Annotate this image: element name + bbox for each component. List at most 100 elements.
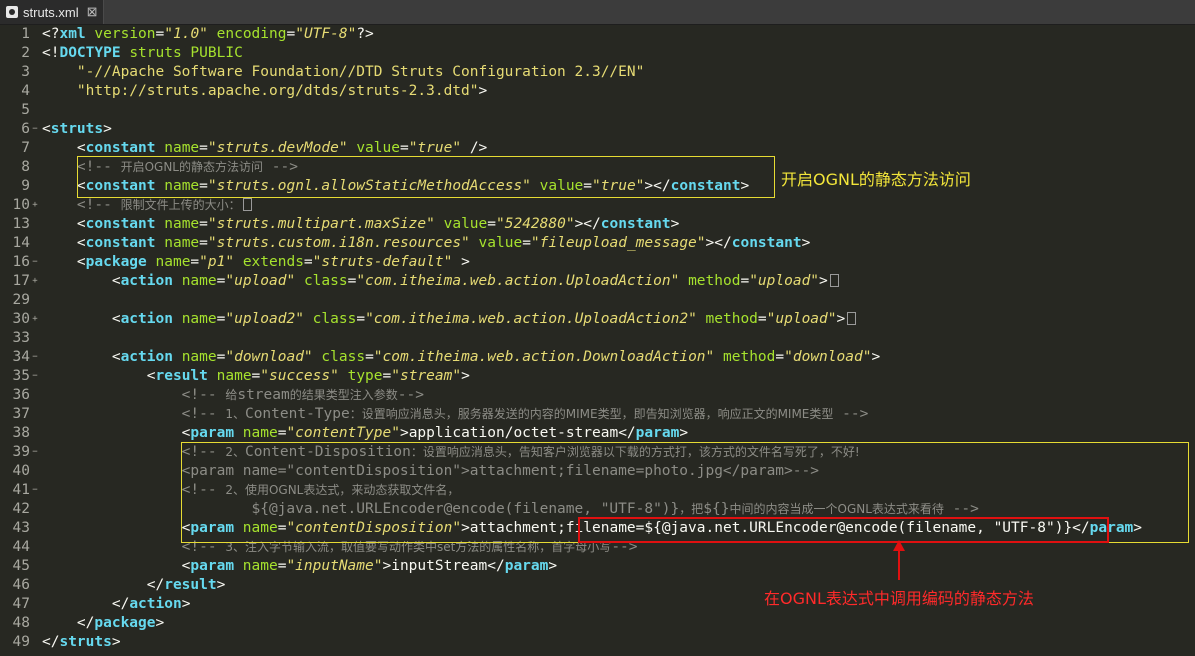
code-line[interactable]: 5 (0, 101, 1195, 120)
code-line[interactable]: 39− <!-- 2、Content-Disposition：设置响应消息头，告… (0, 443, 1195, 462)
code-content: <action name="upload2" class="com.itheim… (42, 310, 857, 329)
code-comment: ${} (703, 501, 730, 517)
code-attribute: class (321, 349, 366, 365)
fold-collapse-icon[interactable]: − (30, 367, 40, 386)
code-content: </package> (42, 614, 164, 633)
code-punctuation: </ (618, 425, 636, 441)
code-punctuation: = (522, 235, 531, 251)
code-attribute-value: "upload" (766, 311, 837, 327)
code-attribute: name (164, 216, 200, 232)
fold-collapse-icon[interactable]: − (30, 120, 40, 139)
line-number: 2 (21, 45, 30, 61)
folded-region-icon[interactable] (829, 274, 839, 287)
line-number: 3 (21, 64, 30, 80)
code-punctuation: = (583, 178, 593, 194)
fold-collapse-icon[interactable]: − (30, 481, 40, 500)
code-line[interactable]: 40 <param name="contentDisposition">atta… (0, 462, 1195, 481)
code-line[interactable]: 33 (0, 329, 1195, 348)
code-punctuation: = (199, 235, 208, 251)
line-number: 49 (12, 634, 30, 650)
fold-expand-icon[interactable]: + (30, 310, 40, 329)
fold-expand-icon[interactable]: + (30, 272, 40, 291)
line-number: 33 (12, 330, 30, 346)
close-icon[interactable]: ⊠ (87, 4, 98, 20)
code-line[interactable]: 2 <!DOCTYPE struts PUBLIC (0, 44, 1195, 63)
code-content: <param name="contentDisposition">attachm… (42, 462, 819, 481)
code-line[interactable]: 42 ${@java.net.URLEncoder@encode(filenam… (0, 500, 1195, 519)
code-line[interactable]: 14 <constant name="struts.custom.i18n.re… (0, 234, 1195, 253)
code-punctuation: = (775, 349, 785, 365)
code-content: <!-- 给stream的结果类型注入参数--> (42, 386, 424, 405)
code-line[interactable]: 45 <param name="inputName">inputStream</… (0, 557, 1195, 576)
code-content: <param name="contentDisposition">attachm… (42, 519, 1142, 538)
fold-expand-icon[interactable]: + (30, 196, 40, 215)
code-attribute: name (164, 235, 200, 251)
code-line[interactable]: 38 <param name="contentType">application… (0, 424, 1195, 443)
code-line[interactable]: 10 + <!-- 限制文件上传的大小： (0, 196, 1195, 215)
code-line[interactable]: 34− <action name="download" class="com.i… (0, 348, 1195, 367)
code-line[interactable]: 41− <!-- 2、使用OGNL表达式，来动态获取文件名， (0, 481, 1195, 500)
code-line[interactable]: 36 <!-- 给stream的结果类型注入参数--> (0, 386, 1195, 405)
fold-collapse-icon[interactable]: − (30, 253, 40, 272)
folded-region-icon[interactable] (847, 312, 857, 325)
code-content: <!-- 2、Content-Disposition：设置响应消息头，告知客户浏… (42, 443, 860, 462)
code-line[interactable]: 35− <result name="success" type="stream"… (0, 367, 1195, 386)
code-line[interactable]: 7 <constant name="struts.devMode" value=… (0, 139, 1195, 158)
code-editor[interactable]: 1 <?xml version="1.0" encoding="UTF-8"?> 2… (0, 25, 1195, 656)
code-punctuation (156, 140, 165, 156)
code-attribute: encoding (216, 26, 287, 42)
code-attribute: method (723, 349, 776, 365)
code-tag-name: param (190, 520, 235, 536)
code-punctuation (147, 254, 156, 270)
code-comment: ：设置响应消息头，告知客户浏览器以下载的方式打，该方式的文件名写死了，不好! (410, 445, 860, 459)
code-line[interactable]: 8 <!-- 开启OGNL的静态方法访问 --> (0, 158, 1195, 177)
code-line[interactable]: 6− <struts> (0, 120, 1195, 139)
code-line[interactable]: 1 <?xml version="1.0" encoding="UTF-8"?> (0, 25, 1195, 44)
code-punctuation: </ (487, 558, 505, 574)
fold-collapse-icon[interactable]: − (30, 348, 40, 367)
code-punctuation: > (836, 311, 846, 327)
line-number: 13 (12, 216, 30, 232)
code-attribute-value: "com.itheima.web.action.DownloadAction" (373, 349, 715, 365)
code-attribute: method (705, 311, 758, 327)
code-line[interactable]: 4 "http://struts.apache.org/dtds/struts-… (0, 82, 1195, 101)
line-number: 48 (12, 615, 30, 631)
line-number: 16 (12, 254, 30, 270)
code-line[interactable]: 30 + <action name="upload2" class="com.it… (0, 310, 1195, 329)
code-line[interactable]: 9 <constant name="struts.ognl.allowStati… (0, 177, 1195, 196)
code-tag-name: xml (59, 26, 86, 42)
code-line[interactable]: 48 </package> (0, 614, 1195, 633)
code-punctuation (339, 368, 348, 384)
line-number: 35 (12, 368, 30, 384)
tab-struts-xml[interactable]: struts.xml ⊠ (0, 0, 104, 24)
code-line[interactable]: 13 <constant name="struts.multipart.maxS… (0, 215, 1195, 234)
code-punctuation: > (548, 558, 558, 574)
code-content: <action name="upload" class="com.itheima… (42, 272, 839, 291)
code-punctuation: > (155, 615, 165, 631)
code-string: "http://struts.apache.org/dtds/struts-2.… (42, 83, 479, 99)
code-line[interactable]: 37 <!-- 1、Content-Type：设置响应消息头，服务器发送的内容的… (0, 405, 1195, 424)
code-string: "-//Apache Software Foundation//DTD Stru… (42, 64, 645, 80)
code-line[interactable]: 29 (0, 291, 1195, 310)
code-line[interactable]: 17 + <action name="upload" class="com.ith… (0, 272, 1195, 291)
line-number: 47 (12, 596, 30, 612)
code-attribute: version (94, 26, 156, 42)
code-punctuation: > (679, 425, 689, 441)
code-tag-name: param (504, 558, 549, 574)
code-line[interactable]: 44 <!-- 3、注入字节输入流，取值要写动作类中set方法的属性名称，首字母… (0, 538, 1195, 557)
code-attribute-value: "com.itheima.web.action.UploadAction" (356, 273, 680, 289)
code-line[interactable]: 3 "-//Apache Software Foundation//DTD St… (0, 63, 1195, 82)
code-content: <param name="contentType">application/oc… (42, 424, 688, 443)
code-line[interactable]: 43 <param name="contentDisposition">atta… (0, 519, 1195, 538)
folded-region-icon[interactable] (242, 198, 252, 211)
code-punctuation: > (670, 216, 680, 232)
code-content: <param name="inputName">inputStream</par… (42, 557, 557, 576)
xml-file-icon (6, 6, 18, 18)
code-line[interactable]: 16− <package name="p1" extends="struts-d… (0, 253, 1195, 272)
line-number: 1 (21, 26, 30, 42)
code-attribute-value: "UTF-8" (295, 26, 357, 42)
fold-collapse-icon[interactable]: − (30, 443, 40, 462)
code-punctuation: > (452, 254, 470, 270)
code-line[interactable]: 49 </struts> (0, 633, 1195, 652)
code-content: <action name="download" class="com.ithei… (42, 348, 880, 367)
